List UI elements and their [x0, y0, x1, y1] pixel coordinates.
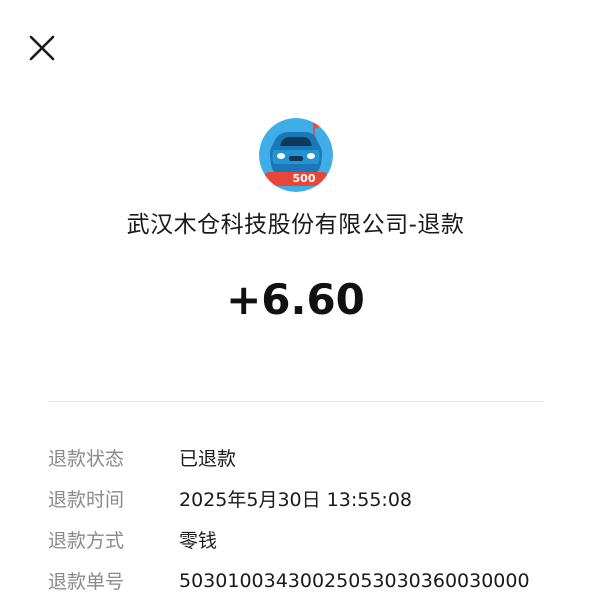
detail-value: 零钱	[179, 530, 218, 552]
detail-label: 退款方式	[48, 530, 125, 552]
close-icon[interactable]	[24, 30, 60, 66]
detail-label: 退款单号	[48, 571, 125, 593]
refund-details: 退款状态 已退款 退款时间 2025年5月30日 13:55:08 退款方式 零…	[48, 437, 568, 601]
divider	[48, 401, 544, 402]
detail-value[interactable]: 50301003430025053030360030000	[179, 570, 530, 592]
close-button[interactable]	[24, 30, 60, 66]
detail-value: 2025年5月30日 13:55:08	[179, 489, 412, 511]
refund-amount: +6.60	[226, 275, 365, 324]
detail-label: 退款状态	[48, 448, 125, 470]
detail-row-order-number: 退款单号 50301003430025053030360030000	[48, 560, 568, 601]
detail-value: 已退款	[179, 448, 237, 470]
detail-row-time: 退款时间 2025年5月30日 13:55:08	[48, 478, 568, 519]
detail-row-status: 退款状态 已退款	[48, 437, 568, 478]
detail-row-method: 退款方式 零钱	[48, 519, 568, 560]
merchant-avatar: 500	[259, 118, 333, 192]
avatar-badge-text: 500	[292, 172, 316, 185]
merchant-name: 武汉木仓科技股份有限公司-退款	[126, 212, 465, 238]
detail-label: 退款时间	[48, 489, 125, 511]
